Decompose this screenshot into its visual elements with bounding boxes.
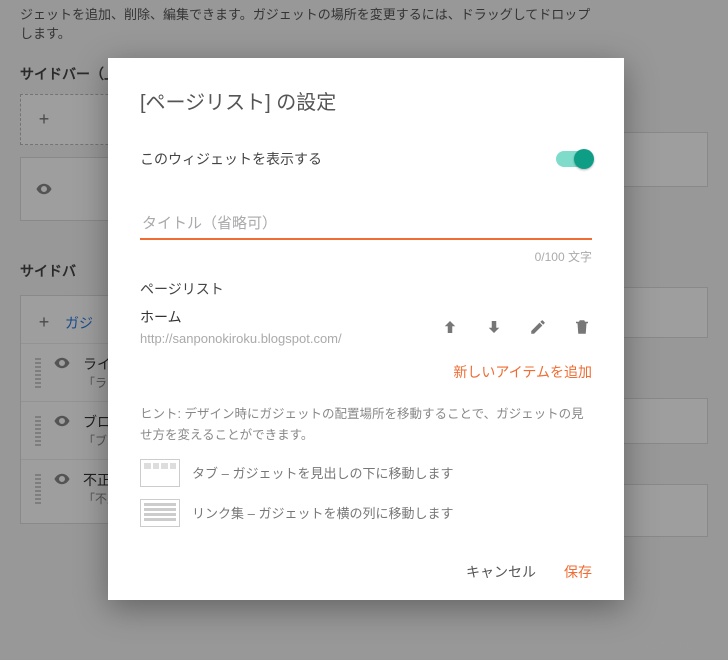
- modal-title: [ページリスト] の設定: [140, 86, 592, 115]
- tab-layout-icon: [140, 459, 180, 487]
- edit-button[interactable]: [528, 317, 548, 337]
- page-list-item: ホーム http://sanponokiroku.blogspot.com/: [140, 307, 592, 346]
- settings-modal: [ページリスト] の設定 このウィジェットを表示する 0/100 文字 ページリ…: [108, 58, 624, 600]
- layout-option-list: リンク集 – ガジェットを横の列に移動します: [140, 499, 592, 527]
- watermark: Buzzword Inc.: [636, 637, 718, 652]
- toggle-knob: [574, 149, 594, 169]
- move-up-button[interactable]: [440, 317, 460, 337]
- arrow-up-icon: [441, 318, 459, 336]
- item-url: http://sanponokiroku.blogspot.com/: [140, 331, 440, 346]
- layout-option-tabs: タブ – ガジェットを見出しの下に移動します: [140, 459, 592, 487]
- page-list-label: ページリスト: [140, 279, 592, 299]
- cancel-button[interactable]: キャンセル: [466, 562, 536, 582]
- list-layout-icon: [140, 499, 180, 527]
- delete-button[interactable]: [572, 317, 592, 337]
- show-widget-label: このウィジェットを表示する: [140, 149, 322, 169]
- char-counter: 0/100 文字: [140, 248, 592, 265]
- layout-hint-text: ヒント: デザイン時にガジェットの配置場所を移動することで、ガジェットの見せ方を…: [140, 404, 592, 447]
- pencil-icon: [529, 318, 547, 336]
- add-item-link[interactable]: 新しいアイテムを追加: [140, 362, 592, 382]
- show-widget-toggle[interactable]: [556, 151, 592, 167]
- trash-icon: [573, 318, 591, 336]
- arrow-down-icon: [485, 318, 503, 336]
- item-name: ホーム: [140, 307, 440, 327]
- save-button[interactable]: 保存: [564, 562, 592, 582]
- move-down-button[interactable]: [484, 317, 504, 337]
- widget-title-input[interactable]: [140, 209, 592, 240]
